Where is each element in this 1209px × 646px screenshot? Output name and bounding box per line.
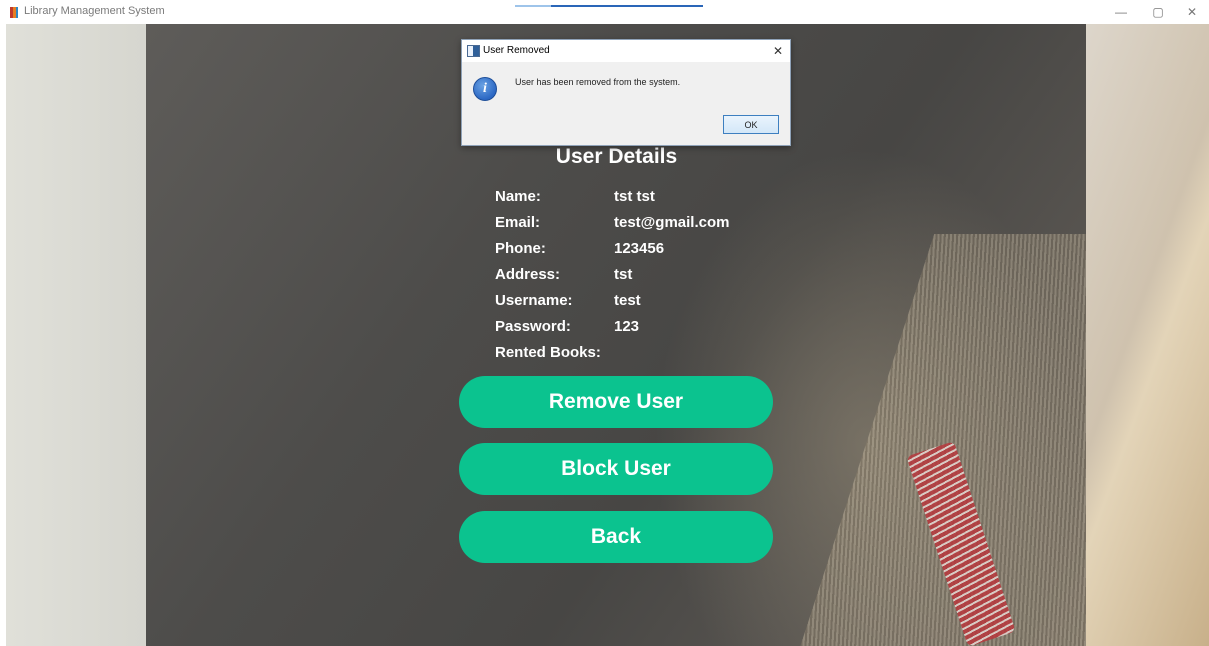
dialog-body: i User has been removed from the system.… bbox=[462, 62, 790, 145]
address-value: tst bbox=[614, 266, 633, 283]
email-label: Email: bbox=[495, 214, 541, 231]
block-user-button[interactable]: Block User bbox=[459, 443, 773, 495]
name-value: tst tst bbox=[614, 188, 655, 205]
user-details-title: User Details bbox=[555, 145, 678, 168]
minimize-button[interactable]: — bbox=[1101, 0, 1141, 24]
window-app-icon bbox=[467, 45, 480, 57]
password-value: 123 bbox=[614, 318, 640, 335]
app-window: Library Management System — ▢ ✕ User Det… bbox=[0, 0, 1209, 646]
dialog-close-icon[interactable]: ✕ bbox=[769, 42, 787, 60]
dialog-message: User has been removed from the system. bbox=[515, 77, 681, 87]
password-label: Password: bbox=[495, 318, 571, 335]
ok-button[interactable]: OK bbox=[723, 115, 779, 134]
book-icon bbox=[10, 7, 18, 18]
username-value: test bbox=[614, 292, 641, 309]
close-window-button[interactable]: ✕ bbox=[1172, 0, 1209, 24]
username-label: Username: bbox=[495, 292, 573, 309]
dialog-title: User Removed bbox=[483, 45, 550, 56]
background-right-panel bbox=[1086, 24, 1209, 646]
phone-label: Phone: bbox=[495, 240, 546, 257]
remove-user-button[interactable]: Remove User bbox=[459, 376, 773, 428]
background-left-panel bbox=[6, 24, 146, 646]
rented-books-label: Rented Books: bbox=[495, 344, 601, 361]
title-bar: Library Management System — ▢ ✕ bbox=[0, 0, 1209, 24]
dialog-title-bar: User Removed ✕ bbox=[462, 40, 790, 62]
info-icon: i bbox=[473, 77, 497, 101]
email-value: test@gmail.com bbox=[614, 214, 730, 231]
name-label: Name: bbox=[495, 188, 541, 205]
window-title: Library Management System bbox=[24, 5, 165, 17]
phone-value: 123456 bbox=[614, 240, 665, 257]
user-removed-dialog: User Removed ✕ i User has been removed f… bbox=[461, 39, 791, 146]
address-label: Address: bbox=[495, 266, 561, 283]
back-button[interactable]: Back bbox=[459, 511, 773, 563]
taskbar-indicator bbox=[515, 5, 703, 7]
